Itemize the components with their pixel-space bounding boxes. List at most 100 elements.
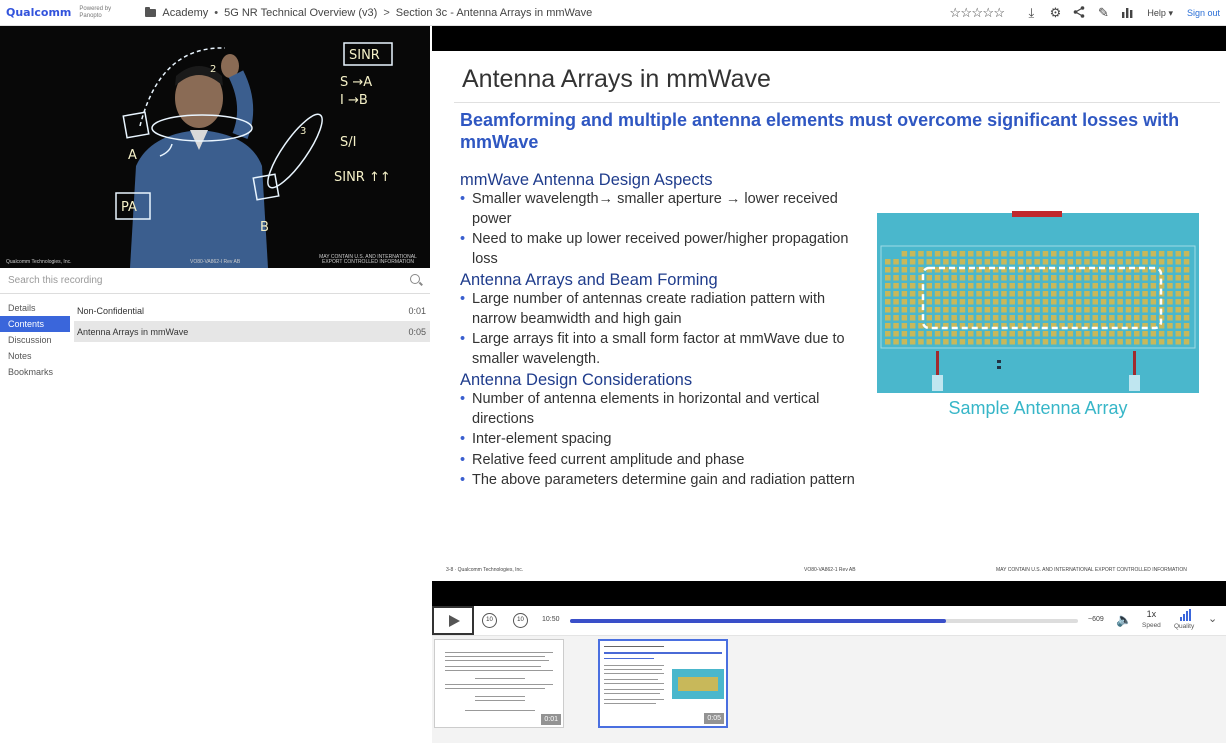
chevron-down-icon[interactable]: ⌄ [1208, 612, 1217, 625]
list-item-title: Antenna Arrays in mmWave [77, 326, 189, 337]
list-item[interactable]: Antenna Arrays in mmWave 0:05 [74, 321, 430, 342]
tab-contents[interactable]: Contents [0, 316, 70, 332]
star-icon[interactable]: ☆ [993, 5, 1005, 21]
antenna-element [1100, 259, 1107, 265]
quality-button[interactable]: Quality [1174, 609, 1194, 630]
antenna-element [1059, 331, 1065, 337]
bullet: Smaller wavelength→ smaller aperture → l… [460, 190, 870, 229]
antenna-element [909, 299, 916, 305]
antenna-element [1125, 291, 1132, 297]
breadcrumb-academy[interactable]: Academy [162, 7, 208, 19]
speed-button[interactable]: 1x Speed [1142, 610, 1161, 630]
antenna-element [1134, 275, 1140, 281]
antenna-element [1075, 315, 1082, 321]
list-item[interactable]: Non-Confidential 0:01 [74, 300, 430, 321]
antenna-element [943, 299, 949, 305]
antenna-element [1059, 275, 1065, 281]
antenna-element [984, 299, 991, 305]
presenter-video[interactable]: SINR S →A I →B S/I SINR ↑↑ PA A B 2 3 Qu… [0, 26, 430, 268]
antenna-element [951, 299, 957, 305]
antenna-element [1134, 339, 1140, 345]
antenna-element [1059, 291, 1065, 297]
antenna-element [926, 283, 932, 289]
antenna-element [1134, 299, 1140, 305]
antenna-element [1084, 339, 1090, 345]
slide-view[interactable]: Antenna Arrays in mmWave Beamforming and… [432, 51, 1226, 581]
thumbnail-selected[interactable]: 0:05 [598, 639, 728, 728]
antenna-element [885, 339, 891, 345]
tab-bookmarks[interactable]: Bookmarks [0, 364, 70, 380]
antenna-element [1051, 275, 1057, 281]
antenna-element [1134, 307, 1140, 313]
antenna-element [959, 251, 966, 257]
tab-notes[interactable]: Notes [0, 348, 70, 364]
quality-bars-icon [1180, 609, 1194, 621]
qualcomm-logo[interactable]: Qualcomm [6, 6, 71, 19]
antenna-element [1183, 315, 1190, 321]
slide-body: mmWave Antenna Design Aspects Smaller wa… [460, 169, 870, 492]
antenna-element [893, 323, 899, 329]
antenna-element [1051, 291, 1057, 297]
antenna-element [1117, 315, 1123, 321]
stats-icon[interactable] [1115, 6, 1139, 21]
star-icon[interactable]: ☆ [949, 5, 961, 21]
bullet: Relative feed current amplitude and phas… [460, 451, 870, 471]
search-icon[interactable] [410, 274, 420, 284]
list-item-title: Non-Confidential [77, 305, 145, 316]
antenna-element [885, 315, 891, 321]
board-a: A [128, 148, 137, 163]
star-icon[interactable]: ☆ [960, 5, 972, 21]
antenna-element [1092, 275, 1098, 281]
search-placeholder: Search this recording [8, 275, 103, 286]
antenna-element [1034, 259, 1040, 265]
thumbnail[interactable]: 0:01 [434, 639, 564, 728]
antenna-element [1084, 307, 1090, 313]
antenna-element [1100, 251, 1107, 257]
sign-out-link[interactable]: Sign out [1187, 8, 1220, 18]
antenna-element [1109, 339, 1115, 345]
antenna-element [1167, 315, 1173, 321]
pencil-icon[interactable]: ✎ [1091, 5, 1115, 21]
tab-discussion[interactable]: Discussion [0, 332, 70, 348]
play-button[interactable] [432, 606, 474, 635]
star-icon[interactable]: ☆ [971, 5, 983, 21]
rewind-10-button[interactable]: 10 [482, 613, 497, 628]
share-icon[interactable] [1067, 5, 1091, 21]
volume-icon[interactable]: 🔈 [1116, 612, 1132, 628]
antenna-element [992, 283, 999, 289]
antenna-element [934, 339, 941, 345]
star-icon[interactable]: ☆ [982, 5, 994, 21]
antenna-element [1125, 315, 1132, 321]
bullet: The above parameters determine gain and … [460, 471, 870, 491]
antenna-element [1084, 331, 1090, 337]
progress-track[interactable] [570, 619, 1078, 623]
antenna-element [959, 283, 966, 289]
antenna-element [1134, 331, 1140, 337]
antenna-element [926, 307, 932, 313]
antenna-element [1134, 259, 1140, 265]
progress-fill [570, 619, 946, 623]
help-menu[interactable]: Help ▾ [1147, 8, 1173, 19]
antenna-element [934, 307, 941, 313]
antenna-element [943, 251, 949, 257]
tab-details[interactable]: Details [0, 300, 70, 316]
antenna-element [1075, 275, 1082, 281]
antenna-element [992, 315, 999, 321]
search-recording-input[interactable]: Search this recording [0, 268, 430, 294]
gear-icon[interactable]: ⚙ [1043, 5, 1067, 21]
download-icon[interactable]: ⤓ [1019, 5, 1043, 21]
antenna-element [1175, 331, 1181, 337]
antenna-element [976, 251, 982, 257]
rating-stars[interactable]: ☆ ☆ ☆ ☆ ☆ [949, 5, 1005, 21]
antenna-element [976, 299, 982, 305]
forward-10-button[interactable]: 10 [513, 613, 528, 628]
antenna-element [1142, 339, 1148, 345]
antenna-element [1001, 291, 1007, 297]
antenna-element [1084, 251, 1090, 257]
antenna-element [1042, 259, 1049, 265]
breadcrumb: Academy • 5G NR Technical Overview (v3) … [145, 6, 592, 19]
antenna-element [1125, 339, 1132, 345]
antenna-element [968, 299, 974, 305]
breadcrumb-course[interactable]: 5G NR Technical Overview (v3) [224, 7, 377, 19]
antenna-element [1183, 299, 1190, 305]
